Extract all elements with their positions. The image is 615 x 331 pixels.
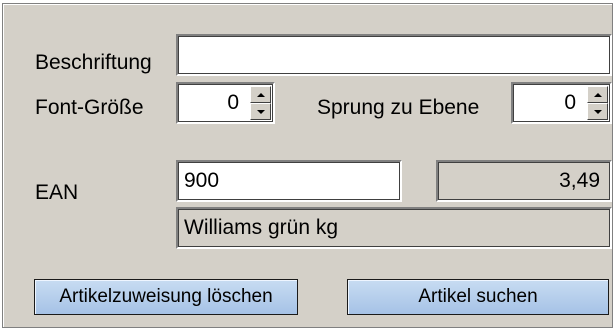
ean-input[interactable]: 900 [176,160,402,202]
price-display: 3,49 [436,160,612,202]
label-beschriftung: Beschriftung [35,51,152,74]
sprung-zu-ebene-value: 0 [564,91,576,114]
clear-assignment-button[interactable]: Artikelzuweisung löschen [34,279,298,315]
label-sprung-zu-ebene: Sprung zu Ebene [317,96,480,119]
arrow-down-icon[interactable] [250,103,271,120]
font-groesse-spinner[interactable]: 0 [176,82,275,124]
font-groesse-value: 0 [227,91,239,114]
article-name-display: Williams grün kg [176,207,612,249]
label-ean: EAN [35,181,79,204]
arrow-down-icon[interactable] [587,103,608,120]
arrow-up-icon[interactable] [587,86,608,103]
article-panel: Beschriftung Font-Größe 0 Sprung zu Eben… [2,3,613,328]
sprung-zu-ebene-spinner[interactable]: 0 [511,82,612,124]
beschriftung-input[interactable] [176,34,612,76]
arrow-up-icon[interactable] [250,86,271,103]
label-font-groesse: Font-Größe [35,96,144,119]
search-article-button[interactable]: Artikel suchen [347,279,609,315]
